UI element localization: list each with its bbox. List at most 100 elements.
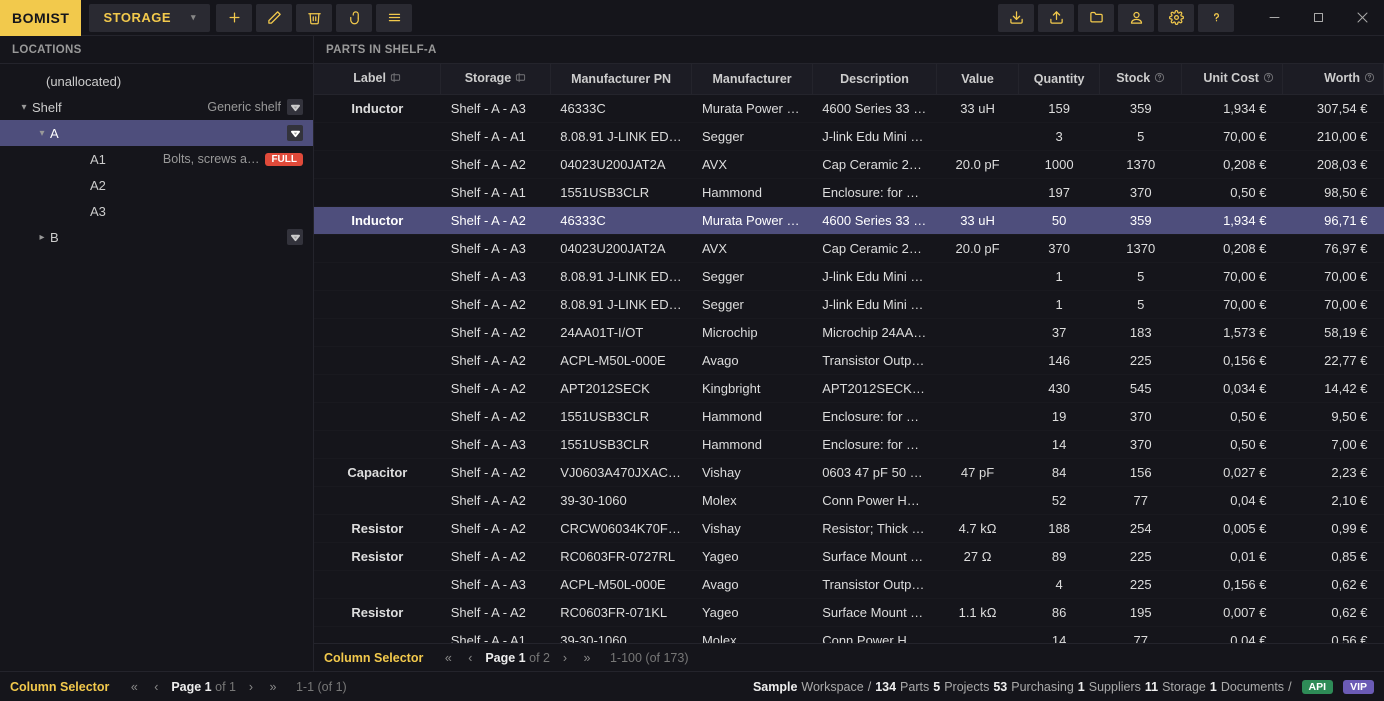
tree-row[interactable]: ▸B [0, 224, 313, 250]
table-row[interactable]: Shelf - A - A11551USB3CLRHammondEnclosur… [314, 178, 1384, 206]
footer-pager-prev-icon[interactable]: ‹ [145, 680, 167, 694]
user-button[interactable] [1118, 4, 1154, 32]
table-row[interactable]: Shelf - A - A224AA01T-I/OTMicrochipMicro… [314, 318, 1384, 346]
folder-button[interactable] [1078, 4, 1114, 32]
pager-last-icon[interactable]: » [576, 651, 598, 665]
column-header[interactable]: Unit Cost [1182, 64, 1283, 94]
table-row[interactable]: Shelf - A - A31551USB3CLRHammondEnclosur… [314, 430, 1384, 458]
table-row[interactable]: Shelf - A - A239-30-1060MolexConn Power … [314, 486, 1384, 514]
cell: Shelf - A - A3 [441, 234, 551, 262]
column-header[interactable]: Manufacturer PN [550, 64, 692, 94]
add-button[interactable] [216, 4, 252, 32]
column-header[interactable]: Quantity [1018, 64, 1100, 94]
maximize-button[interactable] [1296, 0, 1340, 36]
table-row[interactable]: Shelf - A - A139-30-1060MolexConn Power … [314, 626, 1384, 643]
table-row[interactable]: ResistorShelf - A - A2RC0603FR-0727RLYag… [314, 542, 1384, 570]
close-button[interactable] [1340, 0, 1384, 36]
menu-button[interactable] [376, 4, 412, 32]
footer-pager-next-icon[interactable]: › [240, 680, 262, 694]
cell: 0,50 € [1182, 430, 1283, 458]
cell: 9,50 € [1282, 402, 1383, 430]
cell: Hammond [692, 430, 812, 458]
cell: 70,00 € [1182, 290, 1283, 318]
table-row[interactable]: Shelf - A - A204023U200JAT2AAVXCap Ceram… [314, 150, 1384, 178]
context-label: STORAGE [103, 10, 171, 25]
cell: 20.0 pF [937, 234, 1019, 262]
tree-row[interactable]: A3 [0, 198, 313, 224]
cell [937, 430, 1019, 458]
api-badge[interactable]: API [1302, 680, 1334, 694]
table-row[interactable]: Shelf - A - A18.08.91 J-LINK EDU…SeggerJ… [314, 122, 1384, 150]
cell: Shelf - A - A2 [441, 402, 551, 430]
cell: Resistor [314, 598, 441, 626]
tree-row[interactable]: A2 [0, 172, 313, 198]
column-header[interactable]: Label [314, 64, 441, 94]
expander-icon[interactable]: ▾ [16, 102, 32, 113]
table-row[interactable]: Shelf - A - A2ACPL-M50L-000EAvagoTransis… [314, 346, 1384, 374]
footer-column-selector[interactable]: Column Selector [10, 680, 109, 694]
column-header[interactable]: Description [812, 64, 937, 94]
tree-row[interactable]: ▾A [0, 120, 313, 146]
column-header[interactable]: Value [937, 64, 1019, 94]
table-row[interactable]: Shelf - A - A2APT2012SECKKingbrightAPT20… [314, 374, 1384, 402]
column-header[interactable]: Worth [1282, 64, 1383, 94]
cell: 39-30-1060 [550, 486, 692, 514]
footer-pager-last-icon[interactable]: » [262, 680, 284, 694]
cell: RC0603FR-071KL [550, 598, 692, 626]
table-row[interactable]: Shelf - A - A38.08.91 J-LINK EDU…SeggerJ… [314, 262, 1384, 290]
row-menu-icon[interactable] [287, 229, 303, 245]
tree-row[interactable]: ▾ShelfGeneric shelf [0, 94, 313, 120]
settings-button[interactable] [1158, 4, 1194, 32]
export-button[interactable] [1038, 4, 1074, 32]
move-button[interactable] [336, 4, 372, 32]
pager-first-icon[interactable]: « [437, 651, 459, 665]
cell: Segger [692, 262, 812, 290]
table-row[interactable]: ResistorShelf - A - A2RC0603FR-071KLYage… [314, 598, 1384, 626]
context-selector[interactable]: STORAGE ▾ [89, 4, 210, 32]
edit-button[interactable] [256, 4, 292, 32]
pager-prev-icon[interactable]: ‹ [459, 651, 481, 665]
cell: J-link Edu Mini R… [812, 290, 937, 318]
table-row[interactable]: InductorShelf - A - A346333CMurata Power… [314, 94, 1384, 122]
table-row[interactable]: Shelf - A - A3ACPL-M50L-000EAvagoTransis… [314, 570, 1384, 598]
cell: 7,00 € [1282, 430, 1383, 458]
tree-label: A3 [90, 204, 106, 219]
help-button[interactable] [1198, 4, 1234, 32]
table-row[interactable]: InductorShelf - A - A246333CMurata Power… [314, 206, 1384, 234]
pager-next-icon[interactable]: › [554, 651, 576, 665]
cell: Shelf - A - A2 [441, 290, 551, 318]
column-selector-button[interactable]: Column Selector [324, 651, 423, 665]
tree-row[interactable]: A1Bolts, screws a…FULL [0, 146, 313, 172]
table-row[interactable]: Shelf - A - A304023U200JAT2AAVXCap Ceram… [314, 234, 1384, 262]
cell [937, 626, 1019, 643]
column-header[interactable]: Stock [1100, 64, 1182, 94]
footer-pager-first-icon[interactable]: « [123, 680, 145, 694]
table-row[interactable]: Shelf - A - A28.08.91 J-LINK EDU…SeggerJ… [314, 290, 1384, 318]
tree-row[interactable]: (unallocated) [0, 68, 313, 94]
column-header[interactable]: Storage [441, 64, 551, 94]
table-row[interactable]: Shelf - A - A21551USB3CLRHammondEnclosur… [314, 402, 1384, 430]
expander-icon[interactable]: ▾ [34, 128, 50, 139]
cell: Shelf - A - A1 [441, 178, 551, 206]
cell [314, 486, 441, 514]
cell: 5 [1100, 290, 1182, 318]
expander-icon[interactable]: ▸ [34, 232, 50, 243]
column-label: Storage [465, 71, 512, 85]
row-menu-icon[interactable] [287, 125, 303, 141]
cell: 1 [1018, 290, 1100, 318]
cell: 225 [1100, 346, 1182, 374]
cell: APT2012SECK Or… [812, 374, 937, 402]
table-row[interactable]: ResistorShelf - A - A2CRCW06034K70FK…Vis… [314, 514, 1384, 542]
column-label: Manufacturer [712, 72, 791, 86]
delete-button[interactable] [296, 4, 332, 32]
parts-table-wrap[interactable]: Label Storage Manufacturer PN Manufacturer D… [314, 64, 1384, 643]
import-button[interactable] [998, 4, 1034, 32]
help-icon [1263, 72, 1274, 86]
row-menu-icon[interactable] [287, 99, 303, 115]
table-row[interactable]: CapacitorShelf - A - A2VJ0603A470JXACW…V… [314, 458, 1384, 486]
cell: 20.0 pF [937, 150, 1019, 178]
cell: 210,00 € [1282, 122, 1383, 150]
vip-badge[interactable]: VIP [1343, 680, 1374, 694]
minimize-button[interactable] [1252, 0, 1296, 36]
column-header[interactable]: Manufacturer [692, 64, 812, 94]
